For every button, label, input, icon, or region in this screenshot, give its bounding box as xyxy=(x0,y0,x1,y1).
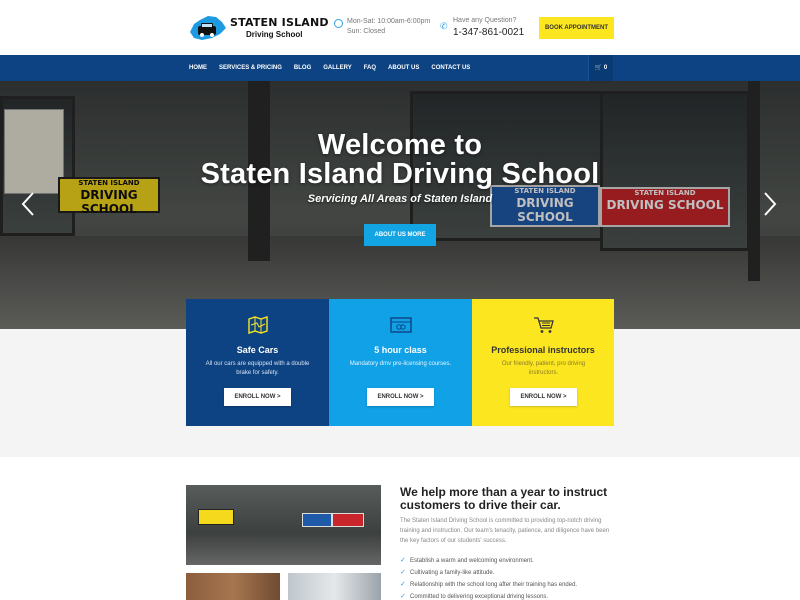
nav-item-about-us[interactable]: ABOUT US xyxy=(388,55,419,81)
about-checklist: ✓ Establish a warm and welcoming environm… xyxy=(400,555,620,600)
feature-title: 5 hour class xyxy=(374,345,427,355)
site-logo[interactable]: STATEN ISLAND Driving School xyxy=(186,12,329,44)
check-icon: ✓ xyxy=(400,557,406,564)
slider-prev-arrow-icon[interactable] xyxy=(20,191,36,217)
book-appointment-button[interactable]: BOOK APPOINTMENT xyxy=(539,17,614,39)
cart-button[interactable]: 🛒 0 xyxy=(588,55,613,81)
feature-description: Mandatory dmv pre-licensing courses. xyxy=(349,361,452,367)
feature-description: Our friendly, patient, pro driving instr… xyxy=(501,361,586,376)
about-heading: We help more than a year to instruct cus… xyxy=(400,485,608,512)
check-icon: ✓ xyxy=(400,569,406,576)
site-header: STATEN ISLAND Driving School Mon-Sat: 10… xyxy=(0,0,800,55)
about-paragraph: The Staten Island Driving School is comm… xyxy=(400,518,610,544)
nav-item-home[interactable]: HOME xyxy=(189,55,207,81)
ticket-icon xyxy=(390,317,412,333)
about-photo-street xyxy=(288,573,381,600)
list-item: ✓ Cultivating a family-like attitude. xyxy=(400,567,620,579)
feature-title: Safe Cars xyxy=(236,345,279,355)
cart-count: 0 xyxy=(603,65,608,71)
nav-menu: HOME SERVICES & PRICING BLOG GALLERY FAQ… xyxy=(189,55,482,81)
feature-card-professional-instructors: Professional instructors Our friendly, p… xyxy=(472,299,614,426)
map-icon xyxy=(248,316,268,334)
feature-description: All our cars are equipped with a double … xyxy=(205,361,310,376)
hours-weekdays: Mon-Sat: 10:00am-6:00pm xyxy=(347,18,431,25)
about-us-more-button[interactable]: ABOUT US MORE xyxy=(364,224,436,246)
staten-island-map-icon xyxy=(190,16,226,40)
list-item: ✓ Committed to delivering exceptional dri… xyxy=(400,591,620,600)
hero-subtitle: Servicing All Areas of Staten Island xyxy=(307,193,493,205)
enroll-now-button[interactable]: ENROLL NOW > xyxy=(510,388,577,406)
slider-next-arrow-icon[interactable] xyxy=(762,191,778,217)
hero-overlay xyxy=(0,81,800,329)
clock-icon xyxy=(334,19,343,28)
check-icon: ✓ xyxy=(400,581,406,588)
nav-item-faq[interactable]: FAQ xyxy=(364,55,376,81)
phone-number[interactable]: 1-347-861-0021 xyxy=(453,27,524,38)
cart-icon xyxy=(534,317,554,333)
check-icon: ✓ xyxy=(400,593,406,600)
hours-sunday: Sun: Closed xyxy=(347,28,386,35)
hero-slider: STATEN ISLAND DRIVING SCHOOL STATEN ISLA… xyxy=(0,81,800,329)
feature-card-5-hour-class: 5 hour class Mandatory dmv pre-licensing… xyxy=(329,299,472,426)
nav-item-blog[interactable]: BLOG xyxy=(294,55,311,81)
logo-title: STATEN ISLAND xyxy=(230,16,329,29)
list-item: ✓ Relationship with the school long after… xyxy=(400,579,620,591)
main-nav: HOME SERVICES & PRICING BLOG GALLERY FAQ… xyxy=(0,55,800,81)
nav-item-gallery[interactable]: GALLERY xyxy=(323,55,351,81)
about-photo-storefront xyxy=(186,485,381,565)
cart-icon: 🛒 xyxy=(594,65,603,71)
feature-card-safe-cars: Safe Cars All our cars are equipped with… xyxy=(186,299,329,426)
hero-title-line2: Staten Island Driving School xyxy=(200,158,600,190)
list-item: ✓ Establish a warm and welcoming environm… xyxy=(400,555,620,567)
question-label: Have any Question? xyxy=(453,17,517,24)
phone-icon: ✆ xyxy=(440,21,448,31)
nav-item-services-pricing[interactable]: SERVICES & PRICING xyxy=(219,55,282,81)
nav-item-contact-us[interactable]: CONTACT US xyxy=(431,55,470,81)
logo-subtitle: Driving School xyxy=(246,30,303,39)
enroll-now-button[interactable]: ENROLL NOW > xyxy=(367,388,434,406)
enroll-now-button[interactable]: ENROLL NOW > xyxy=(224,388,291,406)
about-photo-building xyxy=(186,573,280,600)
feature-title: Professional instructors xyxy=(491,345,595,355)
